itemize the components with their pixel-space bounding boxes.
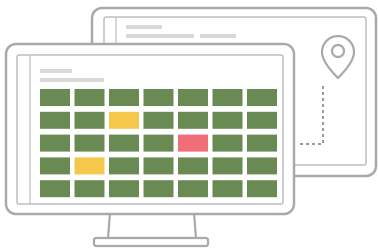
grid-cell [247,157,277,175]
grid-cell-yellow [74,157,105,175]
grid-cell [178,111,208,129]
illustration [4,6,378,248]
grid-cell [247,134,277,152]
grid-cell [109,134,139,152]
monitor-stand-base [92,236,210,248]
grid-cell [247,111,277,129]
grid-cell [143,89,174,106]
grid-cell [143,180,174,198]
front-monitor [4,42,296,248]
grid-cell [40,111,70,129]
back-header-line-1 [126,25,162,29]
grid-cell [109,157,139,175]
grid-cell [74,111,105,129]
back-header-line-2 [126,34,194,38]
grid-cell [212,89,243,106]
grid-cell [212,134,243,152]
back-header-line-3 [200,34,236,38]
calendar-grid [40,89,277,198]
grid-cell [74,134,105,152]
grid-cell [212,180,243,198]
grid-cell [178,180,208,198]
grid-cell [109,89,139,106]
grid-cell [247,180,277,198]
front-header-line-1 [40,69,72,73]
grid-cell [143,134,174,152]
grid-cell [143,111,174,129]
grid-cell [40,157,70,175]
monitor-stand-neck [106,211,198,240]
grid-cell [143,157,174,175]
grid-cell [212,111,243,129]
grid-cell-yellow [109,111,139,129]
grid-cell [178,157,208,175]
grid-cell [212,157,243,175]
grid-cell [40,89,70,106]
grid-cell [247,89,277,106]
grid-cell [40,180,70,198]
grid-cell [109,180,139,198]
grid-cell [74,89,105,106]
grid-cell-red [178,134,208,152]
grid-cell [178,89,208,106]
grid-cell [74,180,105,198]
grid-cell [40,134,70,152]
front-header-line-2 [40,78,104,82]
